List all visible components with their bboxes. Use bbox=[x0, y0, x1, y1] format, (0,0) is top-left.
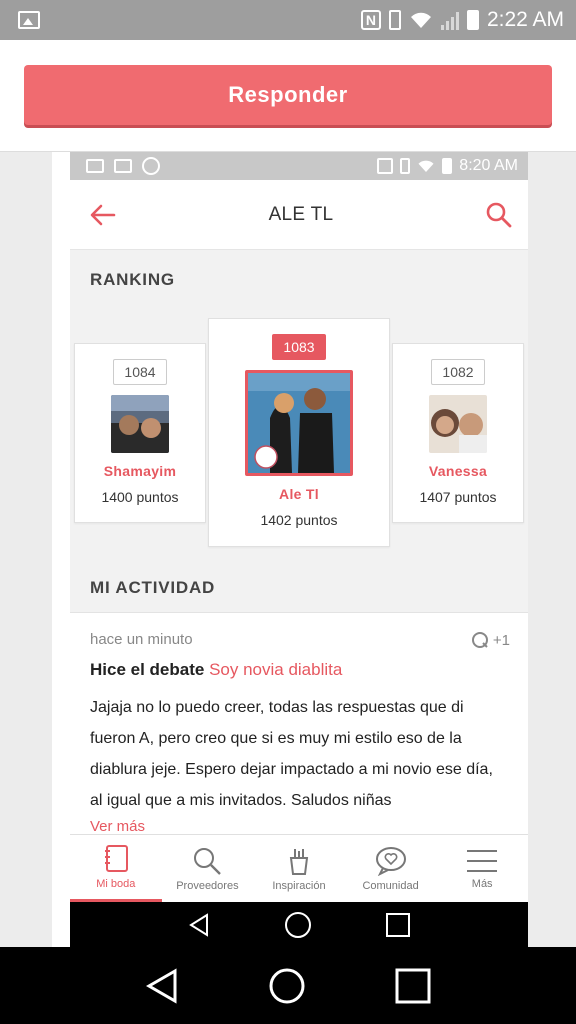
tab-label: Comunidad bbox=[362, 879, 419, 892]
avatar bbox=[429, 395, 487, 453]
wifi-icon bbox=[418, 160, 434, 172]
back-triangle-icon[interactable] bbox=[145, 967, 179, 1004]
vibrate-icon bbox=[388, 10, 401, 30]
avatar bbox=[111, 395, 169, 453]
image-icon bbox=[114, 159, 132, 173]
nfc-icon: N bbox=[360, 10, 381, 30]
signal-icon bbox=[440, 10, 459, 30]
ranking-name: Shamayim bbox=[103, 463, 177, 479]
ranking-position: 1082 bbox=[431, 359, 485, 385]
activity-time: hace un minuto bbox=[90, 631, 193, 648]
tab-label: Más bbox=[471, 877, 493, 890]
ranking-position: 1083 bbox=[272, 334, 326, 360]
tab-label: Proveedores bbox=[176, 879, 239, 892]
recents-square-icon bbox=[386, 912, 411, 937]
sync-icon bbox=[142, 157, 160, 175]
activity-title: Hice el debate Soy novia diablita bbox=[90, 660, 508, 680]
battery-icon bbox=[442, 158, 453, 174]
notebook-icon bbox=[104, 845, 128, 872]
activity-body: Jajaja no lo puedo creer, todas las resp… bbox=[90, 699, 493, 809]
ranking-points: 1402 puntos bbox=[260, 512, 338, 528]
vibrate-icon bbox=[400, 158, 411, 174]
profile-title: ALE TL bbox=[268, 203, 334, 225]
chat-heart-icon bbox=[375, 846, 406, 876]
bottom-tab-bar: Mi boda Proveedores Inspiración Comunida… bbox=[70, 834, 528, 902]
recents-square-icon[interactable] bbox=[395, 968, 431, 1004]
tab-label: Inspiración bbox=[272, 879, 326, 892]
see-more-link[interactable]: Ver más bbox=[90, 818, 508, 835]
tab-mi-boda[interactable]: Mi boda bbox=[70, 835, 162, 902]
image-notification-icon bbox=[18, 11, 40, 29]
ranking-heading: RANKING bbox=[90, 270, 175, 289]
inner-status-bar: 8:20 AM bbox=[70, 152, 528, 180]
tab-inspiracion[interactable]: Inspiración bbox=[253, 835, 345, 902]
activity-item[interactable]: hace un minuto +1 Hice el debate Soy nov… bbox=[70, 612, 528, 835]
reply-bar: Responder bbox=[0, 40, 576, 152]
mail-icon bbox=[86, 159, 104, 173]
home-circle-icon[interactable] bbox=[268, 967, 306, 1005]
debate-link[interactable]: Soy novia diablita bbox=[209, 660, 342, 679]
wifi-icon bbox=[410, 12, 431, 28]
nfc-icon bbox=[377, 158, 394, 174]
navigation-bar bbox=[0, 947, 576, 1024]
ranking-card[interactable]: 1082 Vanessa 1407 puntos bbox=[392, 343, 524, 523]
tab-proveedores[interactable]: Proveedores bbox=[162, 835, 254, 902]
avatar bbox=[245, 370, 353, 476]
activity-likes[interactable]: +1 bbox=[471, 631, 510, 649]
activity-likes-count: +1 bbox=[492, 631, 510, 649]
ranking-points: 1400 puntos bbox=[101, 489, 179, 505]
ranking-card-current[interactable]: 1083 Ale Tl 1402 puntos bbox=[208, 318, 390, 547]
embedded-screenshot[interactable]: 8:20 AM ALE TL RANKING 1084 Shamayim 140… bbox=[70, 152, 528, 947]
inspiration-icon bbox=[289, 848, 309, 875]
profile-header: ALE TL bbox=[70, 180, 528, 250]
search-icon bbox=[194, 847, 222, 875]
search-icon[interactable] bbox=[484, 200, 514, 230]
tab-mas[interactable]: Más bbox=[436, 835, 528, 902]
back-arrow-icon[interactable] bbox=[88, 200, 118, 230]
status-bar: N 2:22 AM bbox=[0, 0, 576, 40]
ranking-name: Vanessa bbox=[428, 463, 488, 479]
tab-comunidad[interactable]: Comunidad bbox=[345, 835, 437, 902]
ranking-card[interactable]: 1084 Shamayim 1400 puntos bbox=[74, 343, 206, 523]
activity-heading: MI ACTIVIDAD bbox=[90, 578, 216, 597]
ranking-position: 1084 bbox=[113, 359, 167, 385]
back-triangle-icon bbox=[188, 912, 208, 937]
menu-icon bbox=[467, 849, 498, 872]
reply-button[interactable]: Responder bbox=[24, 65, 552, 125]
ranking-name: Ale Tl bbox=[279, 486, 319, 502]
ranking-points: 1407 puntos bbox=[419, 489, 497, 505]
like-icon bbox=[471, 632, 488, 648]
inner-status-time: 8:20 AM bbox=[459, 157, 518, 174]
tab-label: Mi boda bbox=[96, 878, 136, 890]
activity-title-prefix: Hice el debate bbox=[90, 660, 205, 679]
home-circle-icon bbox=[284, 911, 311, 938]
inner-navigation-bar bbox=[70, 902, 528, 947]
status-time: 2:22 AM bbox=[486, 8, 564, 31]
battery-icon bbox=[466, 10, 479, 30]
